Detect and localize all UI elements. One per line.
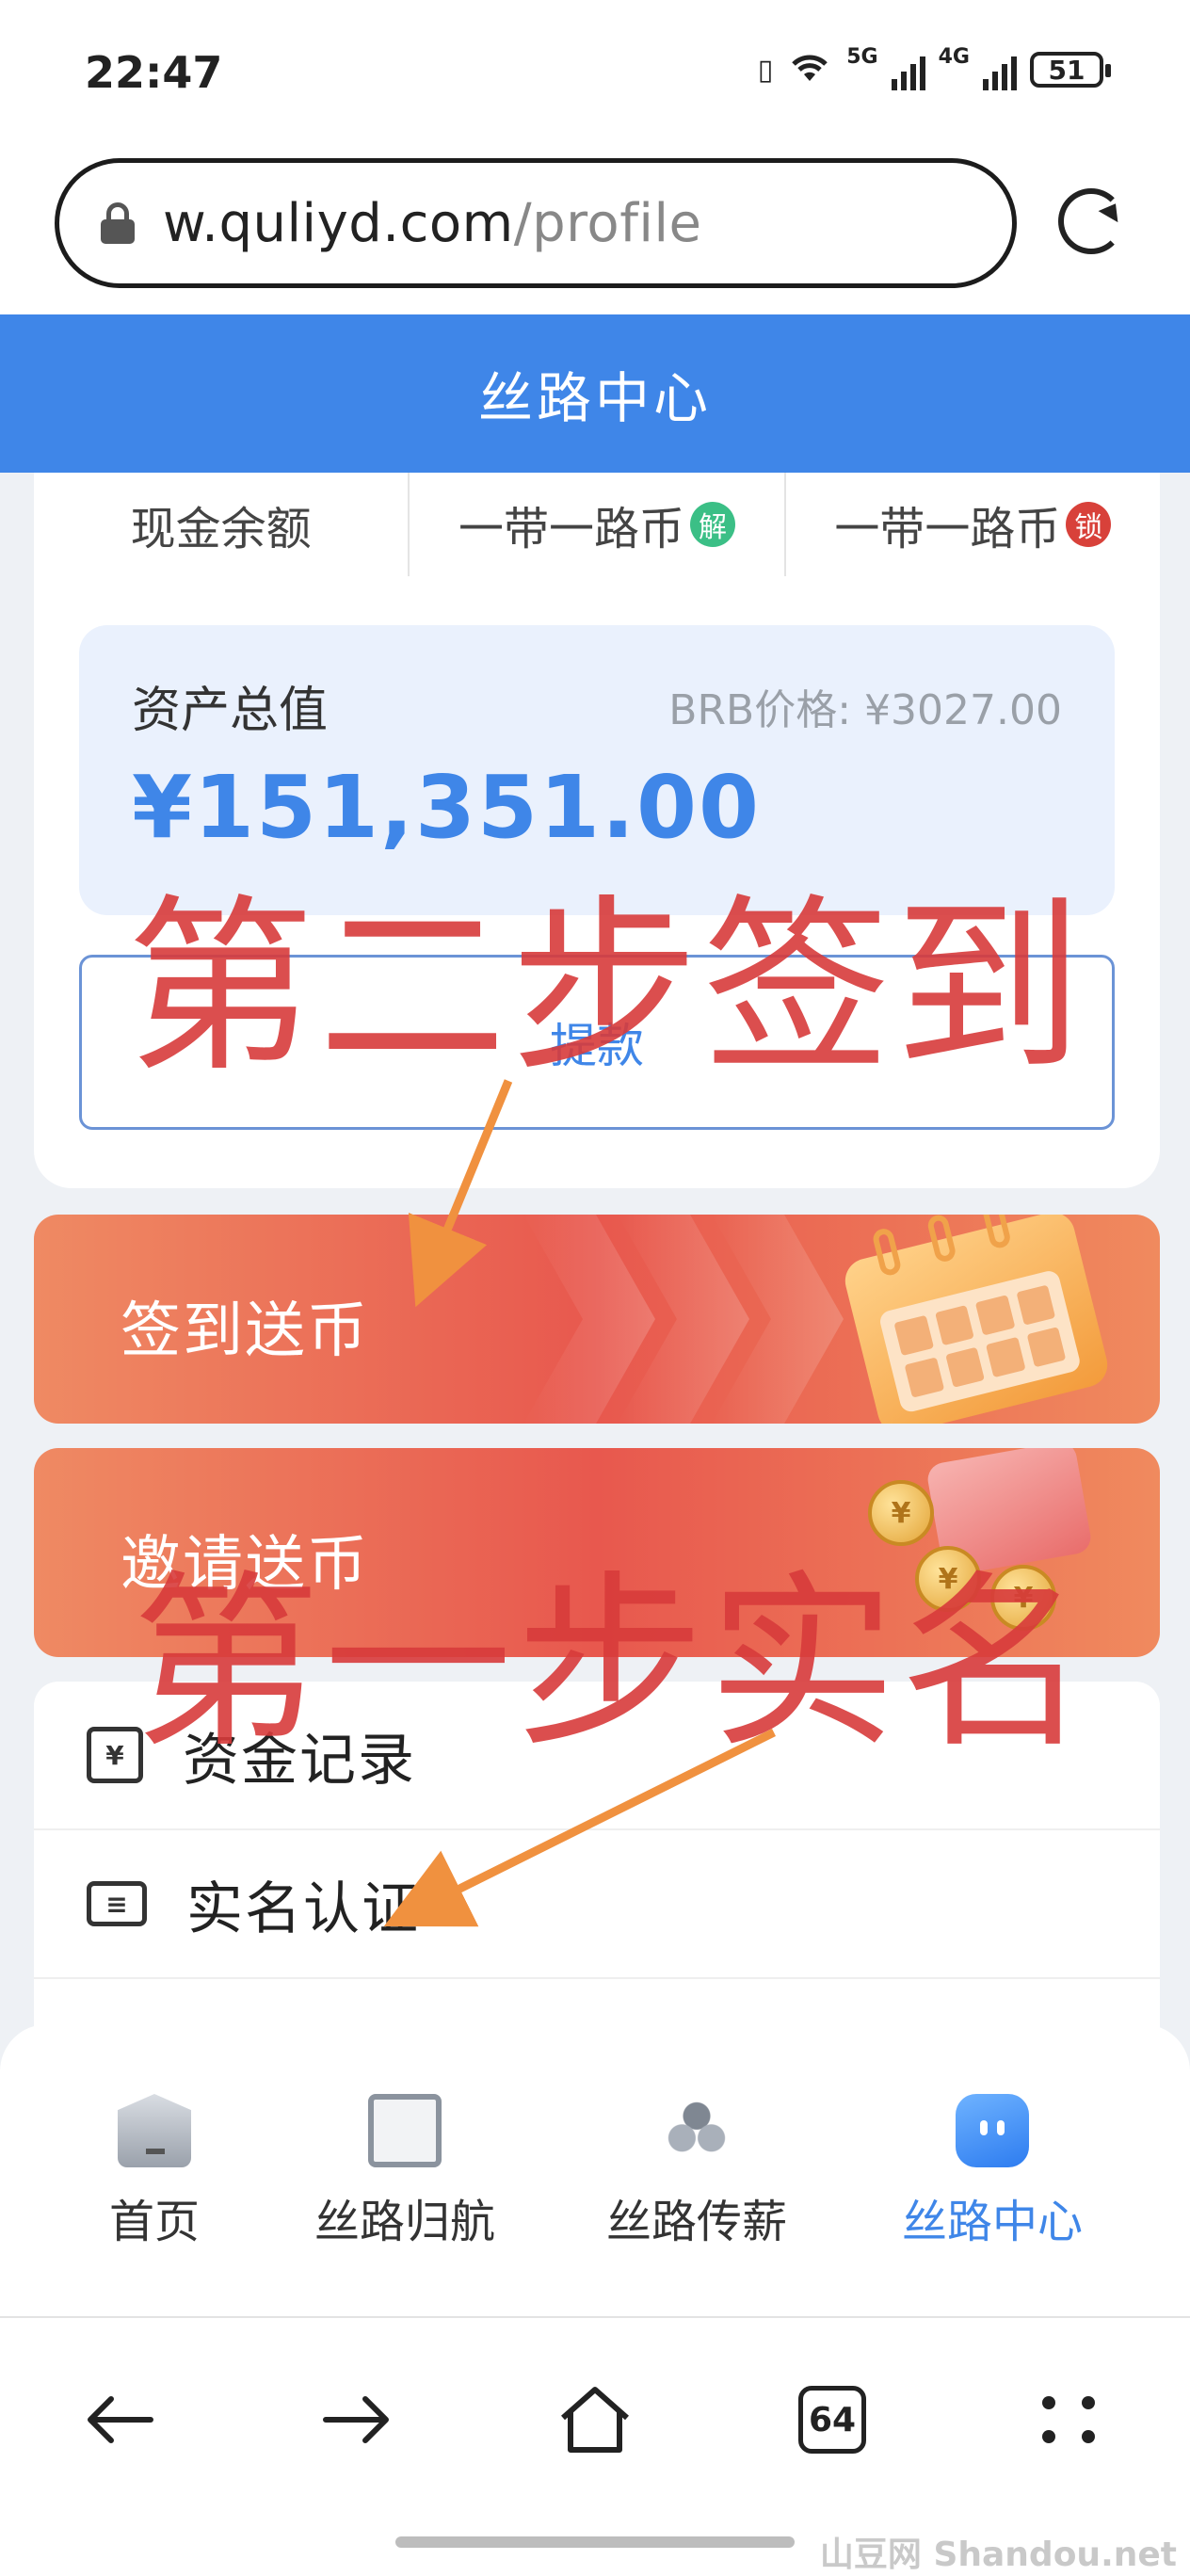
annotation-step1: 第一步实名 [132,1554,1093,1774]
page-title: 丝路中心 [477,366,712,430]
url-path: /profile [513,192,702,254]
back-arrow-icon[interactable] [72,2373,166,2467]
browser-nav-bar: 64 山豆网 Shandou.net [0,2318,1190,2576]
signal-icon-2 [983,49,1017,90]
tab-silk-return-label: 丝路归航 [314,2196,495,2248]
lock-badge: 锁 [1066,502,1112,547]
watermark: 山豆网 Shandou.net [819,2536,1177,2574]
tab-silk-salary-label: 丝路传薪 [605,2196,787,2248]
tab-count: 64 [798,2386,866,2454]
tab-silk-return[interactable]: 丝路归航 [264,2094,546,2250]
home-icon [118,2094,191,2167]
status-time: 22:47 [85,47,223,98]
unlock-badge: 解 [690,502,735,547]
asset-label: 资产总值 [132,683,329,739]
tab-home[interactable]: 首页 [13,2094,296,2250]
network-4g-label: 4G [938,45,970,69]
status-icons: ▯ 5G 4G 51 [757,45,1111,92]
network-5g-label: 5G [846,45,878,69]
lock-icon [99,202,137,244]
bot-icon [956,2094,1029,2167]
gesture-home-bar[interactable] [395,2536,795,2548]
tab-label: 一带一路币 [834,503,1061,555]
calendar-icon [840,1215,1113,1424]
annotation-step2: 第二步签到 [126,878,1087,1098]
tab-silk-salary[interactable]: 丝路传薪 [555,2094,838,2250]
tab-brb-unlocked[interactable]: 一带一路币解 [410,473,786,576]
menu-item-real-name[interactable]: ≡ 实名认证 [34,1830,1160,1979]
people-icon [660,2094,733,2167]
page-header: 丝路中心 [0,314,1190,473]
wifi-icon [786,47,833,92]
tab-brb-locked[interactable]: 一带一路币锁 [786,473,1160,576]
id-card-icon: ≡ [87,1881,147,1926]
checkin-label: 签到送币 [121,1296,369,1366]
url-domain: w.quliyd.com [163,192,514,254]
tab-cash-balance[interactable]: 现金余额 [34,473,410,576]
refresh-icon[interactable] [1058,188,1124,254]
url-text[interactable]: w.quliyd.com/profile [163,193,701,254]
bottom-tab-bar: 首页 丝路归航 丝路传薪 丝路中心 [0,2024,1190,2318]
brb-price: BRB价格: ¥3027.00 [668,686,1062,734]
status-bar: 22:47 ▯ 5G 4G 51 [0,0,1190,151]
vibrate-icon: ▯ [757,53,774,87]
tab-label: 现金余额 [130,503,312,555]
tab-label: 一带一路币 [458,503,684,555]
more-menu-icon[interactable] [1024,2373,1118,2467]
tabs-button[interactable]: 64 [785,2373,879,2467]
tab-home-label: 首页 [108,2196,200,2248]
checkin-banner[interactable]: 签到送币 [34,1215,1160,1424]
web-page: 丝路中心 现金余额 一带一路币解 一带一路币锁 资产总值 BRB价格: ¥302… [0,314,1190,2301]
battery-icon: 51 [1030,52,1111,88]
balance-tabs: 现金余额 一带一路币解 一带一路币锁 [34,473,1160,576]
forward-arrow-icon[interactable] [311,2373,405,2467]
address-bar[interactable]: w.quliyd.com/profile [55,158,1017,288]
menu-item-label: 实名认证 [186,1876,420,1942]
clipboard-icon [368,2094,442,2167]
home-page-icon[interactable] [548,2373,642,2467]
tab-silk-center-label: 丝路中心 [901,2196,1083,2248]
signal-icon [891,49,925,90]
tab-silk-center[interactable]: 丝路中心 [851,2094,1134,2250]
